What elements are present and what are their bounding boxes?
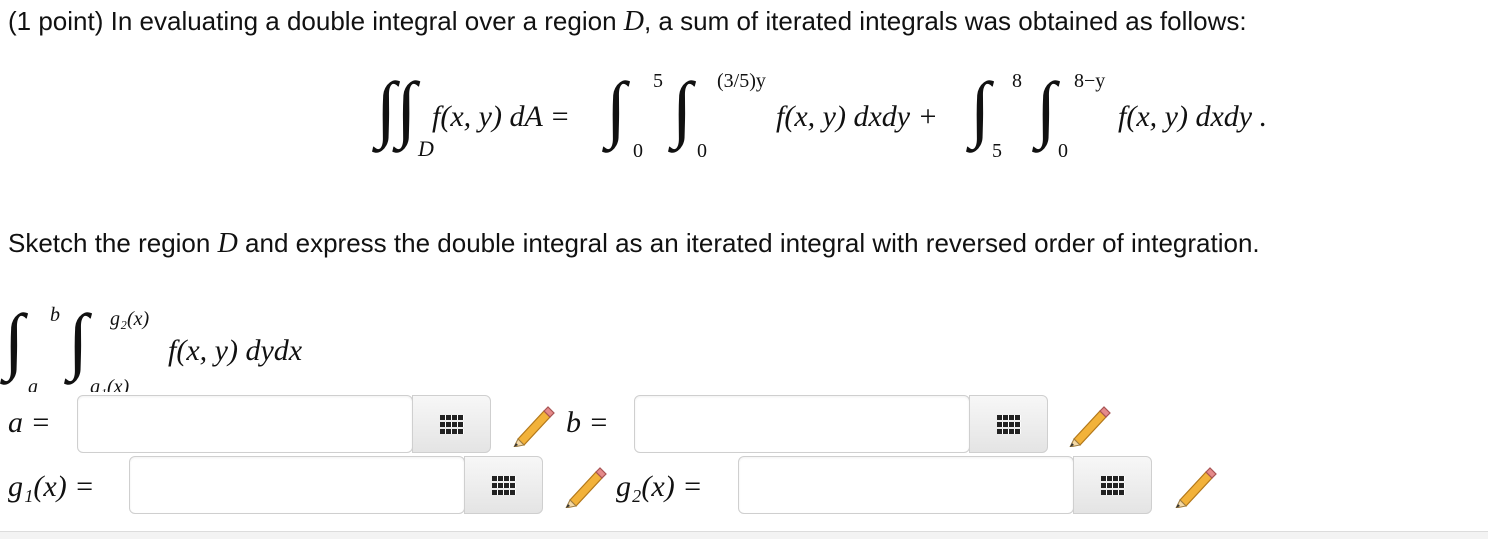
palette-button-g2[interactable]	[1073, 456, 1152, 514]
int1-inner-lower: 0	[697, 140, 707, 162]
int2-outer-lower: 5	[992, 140, 1002, 162]
palette-button-g1[interactable]	[464, 456, 543, 514]
input-a-field[interactable]	[77, 395, 413, 453]
int2-inner-upper: 8−y	[1074, 70, 1106, 92]
template-inner-upper: g₂(x)	[110, 308, 150, 330]
intro-text: In evaluating a double integral over a r…	[103, 6, 624, 36]
palette-button-b[interactable]	[969, 395, 1048, 453]
integral-sign-2-outer: ∫	[970, 68, 991, 150]
template-integrand: f(x, y) dydx	[168, 334, 303, 367]
template-outer-lower: a	[28, 376, 38, 392]
lhs-integrand: f(x, y) dA =	[432, 100, 570, 133]
input-b[interactable]	[635, 396, 969, 452]
template-outer-integral-sign: ∫	[4, 300, 25, 382]
points-label: (1 point)	[8, 6, 104, 36]
int1-outer-upper: 5	[653, 70, 663, 92]
input-label-b: b =	[566, 406, 609, 439]
input-g2-field[interactable]	[738, 456, 1074, 514]
int1-inner-upper: (3/5)y	[717, 70, 766, 92]
integral-sign-1-inner: ∫	[672, 68, 693, 150]
template-outer-upper: b	[50, 304, 60, 326]
input-g2[interactable]	[739, 457, 1073, 513]
integral-sign-1-outer: ∫	[606, 68, 627, 150]
pencil-icon[interactable]	[1066, 401, 1112, 447]
input-label-g1: g₁(x) =	[8, 470, 95, 503]
input-a[interactable]	[78, 396, 412, 452]
region-variable: D	[623, 6, 644, 37]
problem-intro: (1 point) In evaluating a double integra…	[8, 6, 1247, 37]
input-label-a: a =	[8, 406, 51, 439]
grid-icon	[1100, 475, 1125, 495]
sketch-instruction: Sketch the region D and express the doub…	[8, 228, 1260, 259]
template-inner-integral-sign: ∫	[68, 300, 89, 382]
double-integral-sign: ∫∫	[376, 68, 417, 150]
integral-sign-2-inner: ∫	[1036, 68, 1057, 150]
region-variable-2: D	[217, 228, 238, 259]
region-subscript: D	[418, 136, 434, 161]
int2-outer-upper: 8	[1012, 70, 1022, 92]
intro-text-end: , a sum of iterated integrals was obtain…	[643, 6, 1247, 36]
input-g1[interactable]	[130, 457, 464, 513]
grid-icon	[439, 414, 464, 434]
input-label-g2: g₂(x) =	[616, 470, 703, 503]
given-equation: ∫∫ D f(x, y) dA = ∫ 5 0 ∫ (3/5)y 0 f(x, …	[0, 60, 1488, 170]
palette-button-a[interactable]	[412, 395, 491, 453]
int1-integrand: f(x, y) dxdy +	[776, 100, 938, 133]
sketch-text: Sketch the region	[8, 228, 218, 258]
input-g1-field[interactable]	[129, 456, 465, 514]
pencil-icon[interactable]	[510, 401, 556, 447]
template-inner-lower: g₁(x)	[90, 376, 130, 392]
pencil-icon[interactable]	[1172, 462, 1218, 508]
int2-integrand: f(x, y) dxdy .	[1118, 100, 1268, 133]
sketch-text-end: and express the double integral as an it…	[237, 228, 1260, 258]
answer-template: ∫ b a ∫ g₂(x) g₁(x) f(x, y) dydx	[0, 300, 420, 392]
pencil-icon[interactable]	[562, 462, 608, 508]
grid-icon	[491, 475, 516, 495]
grid-icon	[996, 414, 1021, 434]
int1-outer-lower: 0	[633, 140, 643, 162]
int2-inner-lower: 0	[1058, 140, 1068, 162]
input-b-field[interactable]	[634, 395, 970, 453]
